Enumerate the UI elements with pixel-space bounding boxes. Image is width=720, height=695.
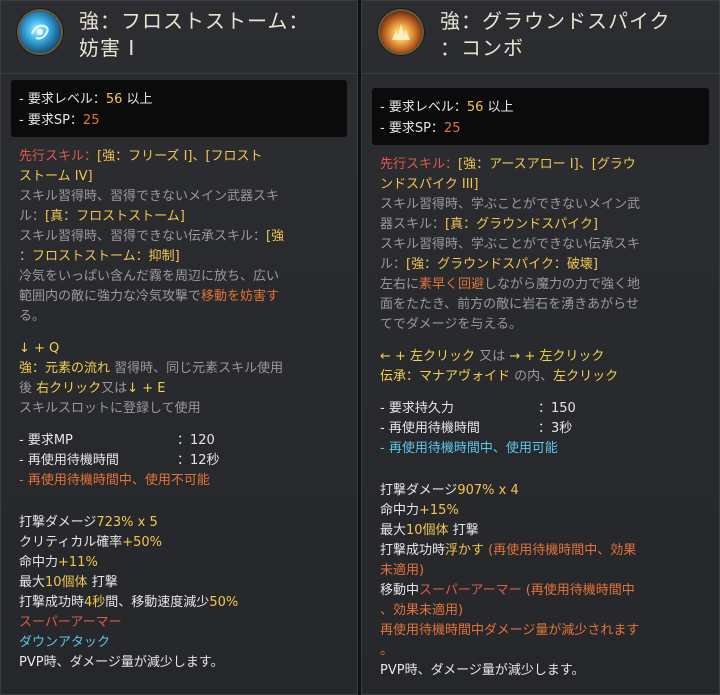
main-weapon-restriction-cont: ル：[真：フロストストーム] (19, 209, 185, 224)
tooltip-body: 先行スキル：[強：アースアロー I]、[グラウ ンドスパイク III] スキル習… (362, 145, 719, 681)
skill-title-line1: 強：フロストストーム： (79, 9, 310, 33)
required-level: - 要求レベル：56 以上 (19, 92, 153, 107)
ground-spike-skill-icon (380, 11, 422, 53)
skill-costs: - 要求持久力 ：150 - 再使用待機時間 ：3秒 - 再使用待機時間中、使用可能 (380, 401, 576, 456)
prerequisite-skills: 先行スキル：[強：アースアロー I]、[グラウ (380, 157, 636, 172)
main-weapon-restriction-cont: 器スキル：[真：グラウンドスパイク] (380, 217, 598, 232)
main-weapon-restriction: スキル習得時、習得できないメイン武器スキ (19, 189, 280, 204)
skill-title-line2: ：コンボ (440, 36, 524, 60)
skill-costs: - 要求MP ：120 - 再使用待機時間 ：12秒 - 再使用待機時間中、使用不可… (19, 433, 220, 488)
prerequisite-skills-cont: ンドスパイク III] (380, 177, 479, 192)
succession-restriction-cont: ル：[強：グラウンドスパイク：破壊] (380, 257, 598, 272)
required-level: - 要求レベル：56 以上 (380, 100, 514, 115)
requirements-box: - 要求レベル：56 以上 - 要求SP：25 (11, 80, 347, 137)
skill-title-line2: 妨害 I (79, 36, 136, 60)
skill-command: ↓ + Q 強：元素の流れ 習得時、同じ元素スキル使用 後 右クリック又は↓ +… (19, 341, 284, 416)
succession-restriction: スキル習得時、学ぶことができない伝承スキ (380, 237, 641, 252)
skill-command: ← + 左クリック 又は → + 左クリック 伝承：マナアヴォイド の内、左クリ… (380, 349, 619, 384)
required-sp: - 要求SP：25 (19, 113, 100, 128)
skill-title: 強：フロストストーム： 妨害 I (79, 8, 347, 62)
required-sp: - 要求SP：25 (380, 121, 461, 136)
prerequisite-skills-cont: ストーム IV] (19, 169, 93, 184)
tooltip-header: 強：グラウンドスパイク ：コンボ (362, 1, 719, 74)
skill-effects: 打撃ダメージ723% x 5 クリティカル確率+50% 命中力+11% 最大10… (19, 515, 239, 670)
succession-restriction: スキル習得時、習得できない伝承スキル：[強 (19, 229, 285, 244)
skill-description: 冷気をいっぱい含んだ霧を周辺に放ち、広い 範囲内の敵に強力な冷気攻撃で移動を妨害… (19, 269, 280, 324)
succession-restriction-cont: ：フロストストーム：抑制] (19, 249, 180, 264)
prerequisite-skills: 先行スキル：[強：フリーズ I]、[フロスト (19, 149, 263, 164)
tooltip-header: 強：フロストストーム： 妨害 I (1, 1, 357, 74)
requirements-box: - 要求レベル：56 以上 - 要求SP：25 (372, 88, 709, 145)
skill-title: 強：グラウンドスパイク ：コンボ (440, 8, 709, 62)
skill-tooltip-frost-storm: 強：フロストストーム： 妨害 I - 要求レベル：56 以上 - 要求SP：25… (0, 0, 358, 695)
main-weapon-restriction: スキル習得時、学ぶことができないメイン武 (380, 197, 641, 212)
skill-description: 左右に素早く回避しながら魔力の力で強く地 面をたたき、前方の敵に岩石を湧きあがら… (380, 277, 641, 332)
frost-storm-skill-icon (19, 11, 61, 53)
tooltip-body: 先行スキル：[強：フリーズ I]、[フロスト ストーム IV] スキル習得時、習… (1, 137, 357, 673)
skill-tooltip-ground-spike: 強：グラウンドスパイク ：コンボ - 要求レベル：56 以上 - 要求SP：25… (361, 0, 720, 695)
skill-effects: 打撃ダメージ907% x 4 命中力+15% 最大10個体 打撃 打撃成功時浮か… (380, 483, 640, 678)
skill-title-line1: 強：グラウンドスパイク (440, 9, 671, 33)
